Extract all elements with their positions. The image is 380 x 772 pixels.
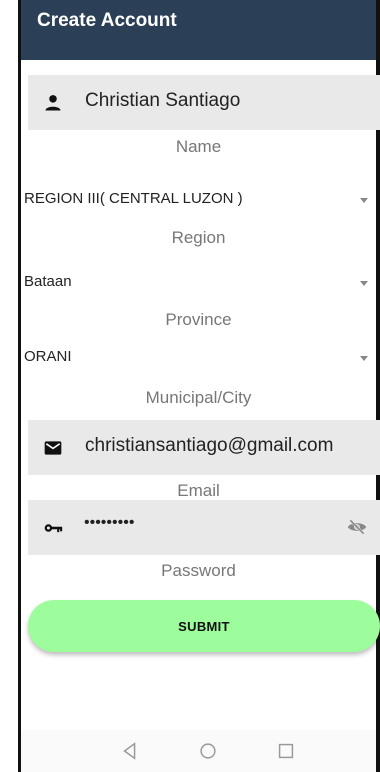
- email-field[interactable]: christiansantiago@gmail.com: [28, 420, 380, 475]
- name-label: Name: [175, 137, 222, 156]
- municipality-value: ORANI: [24, 348, 72, 365]
- password-input[interactable]: •••••••••: [84, 514, 134, 532]
- home-icon[interactable]: [197, 740, 219, 762]
- app-bar: Create Account: [21, 0, 376, 60]
- page-title: Create Account: [37, 10, 177, 31]
- screen-border-left: [18, 0, 21, 772]
- region-label: Region: [171, 228, 226, 247]
- recents-icon[interactable]: [275, 740, 297, 762]
- region-select[interactable]: REGION III( CENTRAL LUZON ): [24, 186, 376, 214]
- region-value: REGION III( CENTRAL LUZON ): [24, 190, 243, 207]
- province-select[interactable]: Bataan: [24, 269, 376, 297]
- province-value: Bataan: [24, 273, 72, 290]
- province-label: Province: [165, 310, 232, 329]
- back-icon[interactable]: [119, 740, 141, 762]
- name-input[interactable]: Christian Santiago: [85, 90, 240, 112]
- dropdown-arrow-icon: [360, 198, 368, 203]
- submit-button[interactable]: SUBMIT: [28, 600, 380, 652]
- dropdown-arrow-icon: [360, 281, 368, 286]
- password-field[interactable]: •••••••••: [28, 500, 380, 555]
- name-field[interactable]: Christian Santiago: [28, 75, 380, 130]
- municipality-label: Municipal/City: [145, 388, 252, 407]
- phone-screen: Create Account Christian Santiago Name R…: [0, 0, 380, 772]
- email-label: Email: [177, 481, 220, 500]
- mail-icon: [44, 441, 62, 455]
- person-icon: [45, 95, 61, 111]
- email-input[interactable]: christiansantiago@gmail.com: [85, 435, 333, 457]
- password-label: Password: [161, 561, 236, 580]
- dropdown-arrow-icon: [360, 356, 368, 361]
- key-icon: [44, 524, 63, 533]
- system-nav-bar: [21, 730, 376, 772]
- municipality-select[interactable]: ORANI: [24, 344, 376, 372]
- eye-off-icon[interactable]: [346, 517, 368, 537]
